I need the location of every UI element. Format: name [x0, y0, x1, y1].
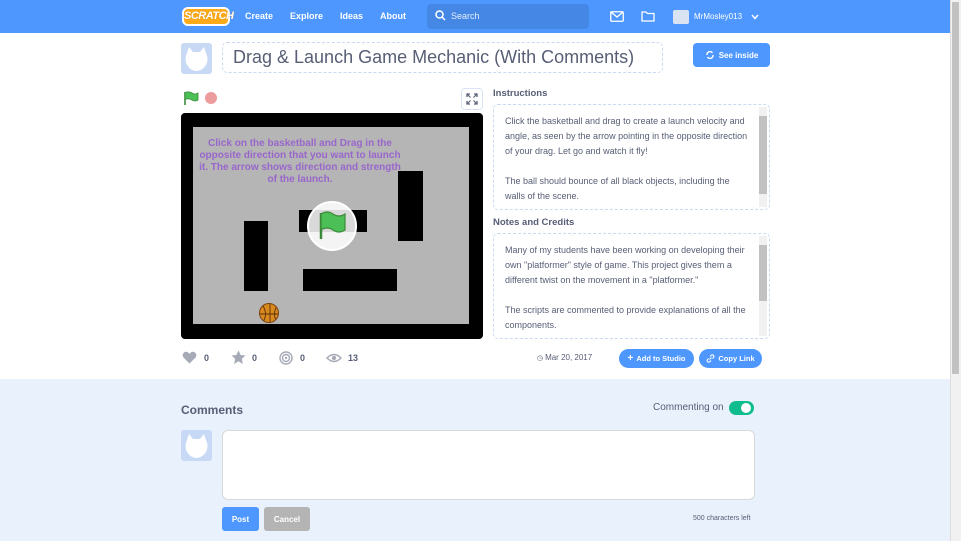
project-title: Drag & Launch Game Mechanic (With Commen…	[233, 47, 635, 67]
see-inside-button[interactable]: See inside	[693, 43, 770, 67]
post-comment-button[interactable]: Post	[222, 507, 259, 531]
chevron-down-icon[interactable]	[751, 14, 759, 20]
notes-textbox[interactable]: Many of my students have been working on…	[493, 233, 770, 339]
instructions-text: Click the basketball and drag to create …	[505, 116, 748, 201]
page-scrollbar-thumb[interactable]	[952, 2, 959, 374]
notes-text: Many of my students have been working on…	[505, 245, 746, 330]
stage-instruction-text: Click on the basketball and Drag in the …	[199, 138, 401, 185]
instructions-heading: Instructions	[493, 88, 548, 99]
love-count: 0	[204, 353, 210, 363]
user-avatar[interactable]	[673, 10, 689, 24]
copy-link-label: Copy Link	[718, 354, 755, 363]
fullscreen-button[interactable]	[461, 88, 483, 110]
remix-count: 0	[300, 353, 306, 363]
nav-about-link[interactable]: About	[380, 11, 406, 21]
love-heart-icon[interactable]	[182, 351, 197, 364]
nav-explore-link[interactable]: Explore	[290, 11, 323, 21]
search-input[interactable]	[451, 9, 581, 23]
notes-scroll-thumb[interactable]	[759, 245, 767, 301]
link-icon	[706, 354, 715, 363]
stage-wall-bottom	[303, 269, 397, 291]
remix-arrows-icon	[706, 50, 714, 60]
copy-link-button[interactable]: Copy Link	[699, 349, 762, 368]
favorite-count: 0	[252, 353, 258, 363]
comments-heading: Comments	[181, 403, 244, 417]
stop-button[interactable]	[205, 92, 217, 104]
my-stuff-folder-icon[interactable]	[641, 10, 655, 22]
project-author-avatar[interactable]	[181, 43, 212, 74]
cancel-comment-button[interactable]: Cancel	[264, 507, 310, 531]
characters-left-counter: 500 characters left	[693, 515, 751, 522]
green-flag-icon[interactable]	[183, 91, 199, 106]
nav-create-link[interactable]: Create	[245, 11, 273, 21]
search-bar[interactable]	[427, 4, 589, 29]
commenting-toggle-knob[interactable]	[741, 403, 751, 413]
commenting-toggle-label: Commenting on	[653, 402, 724, 413]
add-to-studio-button[interactable]: + Add to Studio	[619, 349, 694, 368]
messages-icon[interactable]	[610, 11, 624, 22]
instructions-scroll-thumb[interactable]	[759, 116, 767, 194]
stage-wall-right	[398, 171, 423, 241]
cat-avatar-icon	[185, 47, 208, 71]
stage-wall-left	[244, 221, 268, 291]
see-inside-label: See inside	[718, 50, 759, 60]
share-date: ◷ Mar 20, 2017	[537, 353, 592, 362]
comment-input[interactable]	[222, 430, 755, 500]
remix-spiral-icon	[279, 351, 293, 365]
green-flag-icon	[319, 211, 346, 239]
notes-heading: Notes and Credits	[493, 217, 575, 228]
commenter-avatar	[181, 430, 212, 461]
plus-icon: +	[627, 353, 634, 364]
views-eye-icon	[326, 353, 342, 363]
share-date-text: Mar 20, 2017	[545, 353, 593, 362]
cat-avatar-icon	[185, 434, 208, 458]
username[interactable]: MrMosley013	[694, 12, 742, 21]
nav-ideas-link[interactable]: Ideas	[340, 11, 363, 21]
view-count: 13	[348, 353, 359, 363]
start-overlay-button[interactable]	[307, 201, 357, 251]
favorite-star-icon[interactable]	[231, 350, 246, 365]
add-to-studio-label: Add to Studio	[636, 354, 686, 363]
search-icon	[435, 10, 446, 21]
fullscreen-icon	[466, 93, 478, 105]
scratch-logo[interactable]: SCRATCH	[182, 7, 234, 26]
clock-icon: ◷	[537, 355, 546, 362]
basketball-sprite[interactable]	[259, 303, 279, 323]
instructions-textbox[interactable]: Click the basketball and drag to create …	[493, 104, 770, 210]
